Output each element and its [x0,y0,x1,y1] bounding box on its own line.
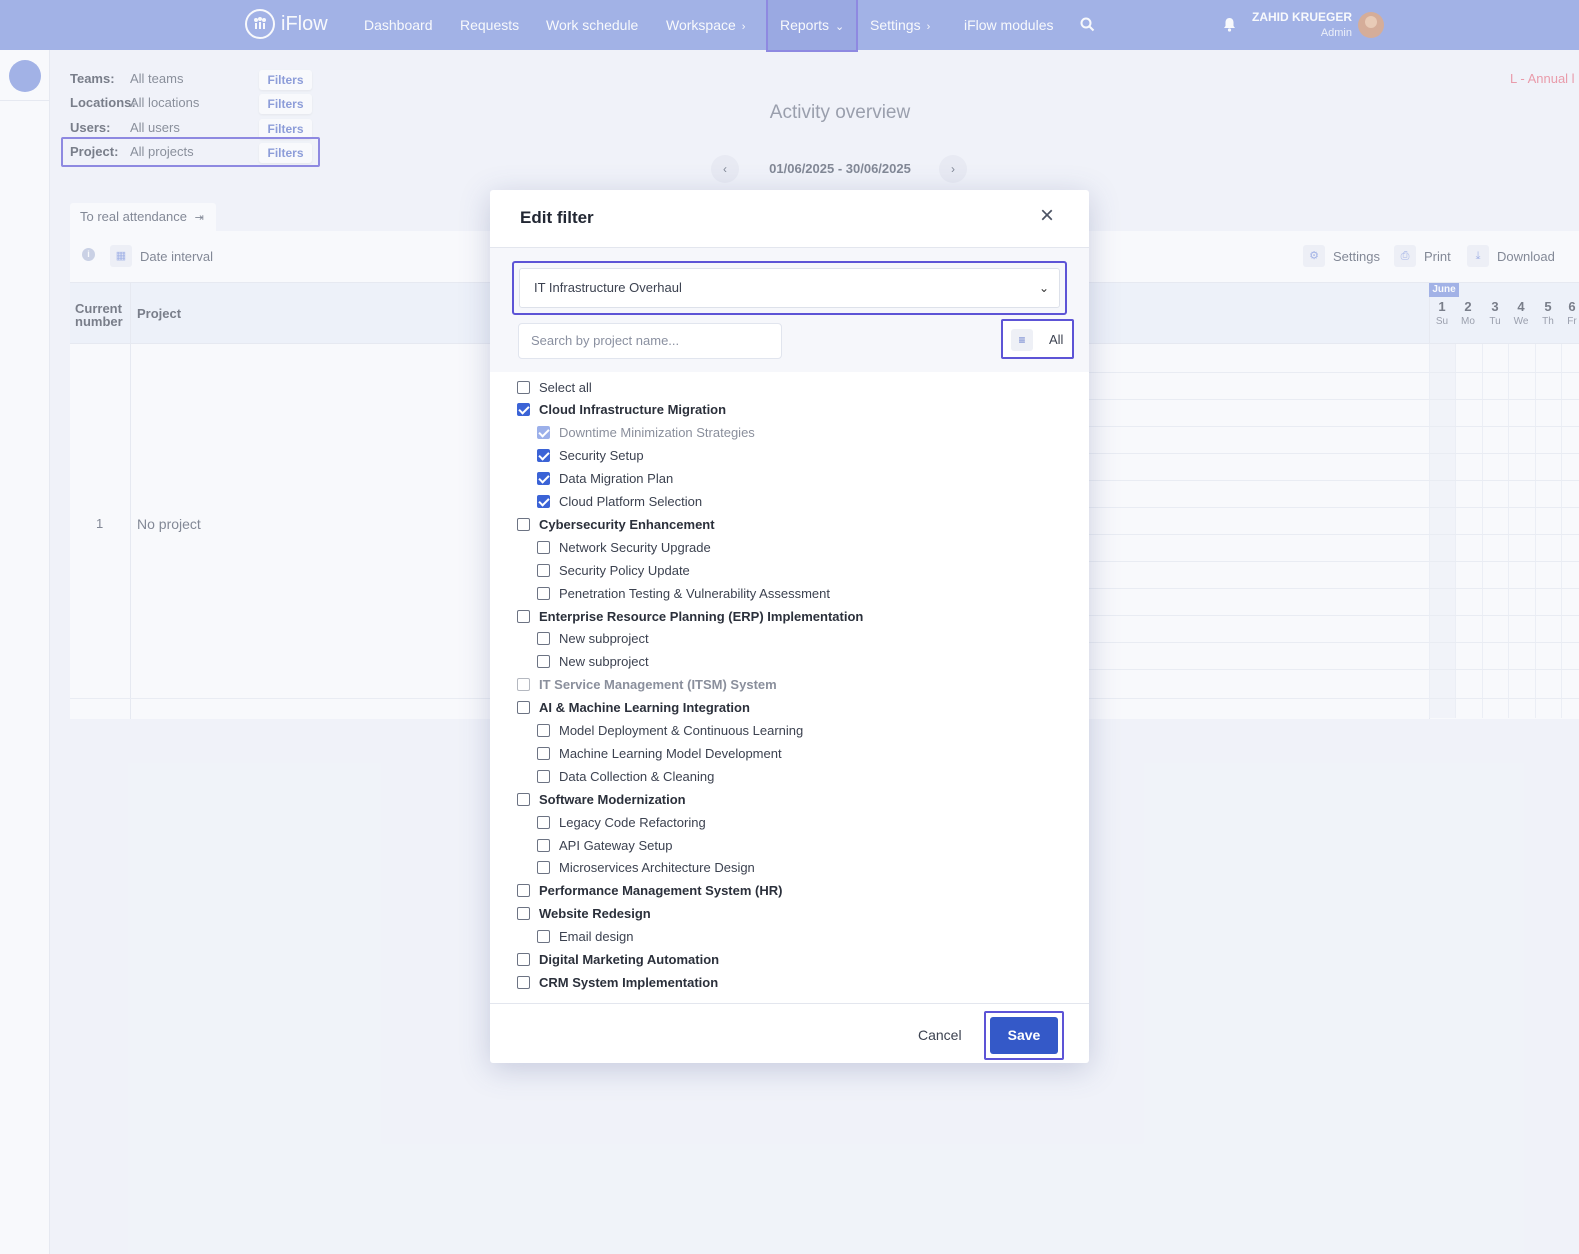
subproject-item[interactable]: Machine Learning Model Development [537,743,782,763]
subproject-item[interactable]: Legacy Code Refactoring [537,812,706,832]
checkbox[interactable] [537,563,550,577]
project-item[interactable]: AI & Machine Learning Integration [517,698,750,718]
save-button-highlight: Save [984,1011,1064,1060]
item-label: Software Modernization [539,791,686,807]
subproject-item[interactable]: Email design [537,927,633,947]
project-item[interactable]: Cloud Infrastructure Migration [517,400,726,420]
item-label: Security Setup [559,448,644,464]
checkbox[interactable] [537,632,550,646]
save-button[interactable]: Save [990,1017,1058,1054]
edit-filter-dialog: Edit filter × IT Infrastructure Overhaul… [490,190,1089,1063]
subproject-item[interactable]: Model Deployment & Continuous Learning [537,721,803,741]
checkbox[interactable] [517,884,530,898]
item-label: Cloud Infrastructure Migration [539,402,727,418]
checkbox[interactable] [517,403,530,417]
item-label: IT Service Management (ITSM) System [539,677,777,693]
checkbox[interactable] [537,540,550,554]
checkbox[interactable] [537,746,550,760]
subproject-item[interactable]: API Gateway Setup [537,835,672,855]
item-label: Security Policy Update [559,562,690,578]
chevron-down-icon: ⌄ [1038,281,1049,295]
item-label: CRM System Implementation [539,974,719,990]
project-group-select[interactable]: IT Infrastructure Overhaul ⌄ [519,268,1060,308]
item-label: Cybersecurity Enhancement [539,516,715,532]
item-label: Email design [559,929,634,945]
checkbox[interactable] [517,907,530,921]
subproject-item[interactable]: Data Migration Plan [537,469,673,489]
checkbox[interactable] [537,449,550,463]
cancel-button[interactable]: Cancel [918,1027,962,1043]
subproject-item[interactable]: Microservices Architecture Design [537,858,755,878]
subproject-item[interactable]: Security Setup [537,446,644,466]
subproject-item[interactable]: Network Security Upgrade [537,537,711,557]
group-select-highlight: IT Infrastructure Overhaul ⌄ [512,261,1067,315]
item-label: Machine Learning Model Development [559,745,782,761]
checkbox[interactable] [537,655,550,669]
subproject-item[interactable]: Security Policy Update [537,560,690,580]
divider [490,1003,1089,1004]
subproject-item[interactable]: Cloud Platform Selection [537,492,702,512]
item-label: Select all [539,379,592,395]
checkbox[interactable] [537,495,550,508]
subproject-item[interactable]: Downtime Minimization Strategies [537,423,755,443]
project-item[interactable]: Enterprise Resource Planning (ERP) Imple… [517,606,863,626]
close-icon[interactable]: × [1040,204,1054,228]
item-label: Penetration Testing & Vulnerability Asse… [559,585,830,601]
item-label: API Gateway Setup [559,837,673,853]
subproject-item[interactable]: Data Collection & Cleaning [537,766,714,786]
subproject-item[interactable]: New subproject [537,629,649,649]
checkbox[interactable] [517,380,530,394]
project-item[interactable]: IT Service Management (ITSM) System [517,675,777,695]
sort-toggle-highlight: ≡ All [1001,319,1074,359]
item-label: Digital Marketing Automation [539,952,720,967]
item-label: AI & Machine Learning Integration [539,700,750,716]
subproject-item[interactable]: Penetration Testing & Vulnerability Asse… [537,583,830,603]
checkbox[interactable] [537,472,550,486]
checkbox[interactable] [537,861,550,875]
project-group-select-value: IT Infrastructure Overhaul [534,280,682,295]
project-item[interactable]: Performance Management System (HR) [517,881,782,901]
checkbox[interactable] [517,609,530,623]
checkbox[interactable] [537,724,550,737]
item-label: New subproject [559,654,649,670]
item-label: Data Collection & Cleaning [559,768,715,784]
checkbox[interactable] [537,930,550,944]
item-label: Data Migration Plan [559,471,674,487]
item-label: Microservices Architecture Design [559,860,755,876]
project-item[interactable]: CRM System Implementation [517,972,718,992]
checkbox[interactable] [537,838,550,852]
checkbox[interactable] [517,953,530,966]
checkbox[interactable] [517,792,530,806]
checkbox[interactable] [517,975,530,989]
sort-icon[interactable]: ≡ [1011,329,1033,351]
checkbox[interactable] [517,517,530,531]
checkbox[interactable] [537,426,550,440]
item-label: Legacy Code Refactoring [559,814,706,830]
sort-filter-label[interactable]: All [1049,332,1063,347]
project-item[interactable]: Software Modernization [517,789,686,809]
item-label: Performance Management System (HR) [539,883,783,899]
item-label: Model Deployment & Continuous Learning [559,723,804,738]
item-label: Cloud Platform Selection [559,494,703,509]
project-item[interactable]: Website Redesign [517,904,651,924]
item-label: Downtime Minimization Strategies [559,425,755,441]
item-label: New subproject [559,631,649,647]
project-item[interactable]: Digital Marketing Automation [517,950,719,970]
dialog-title: Edit filter [520,208,594,227]
checkbox[interactable] [537,769,550,783]
project-item[interactable]: Select all [517,377,592,397]
project-search-input[interactable]: Search by project name... [518,323,782,359]
checkbox[interactable] [517,701,530,715]
checkbox[interactable] [537,586,550,600]
checkbox[interactable] [537,815,550,829]
item-label: Network Security Upgrade [559,539,711,555]
item-label: Website Redesign [539,906,651,922]
checkbox[interactable] [517,678,530,692]
subproject-item[interactable]: New subproject [537,652,649,672]
item-label: Enterprise Resource Planning (ERP) Imple… [539,608,864,624]
project-item[interactable]: Cybersecurity Enhancement [517,514,715,534]
